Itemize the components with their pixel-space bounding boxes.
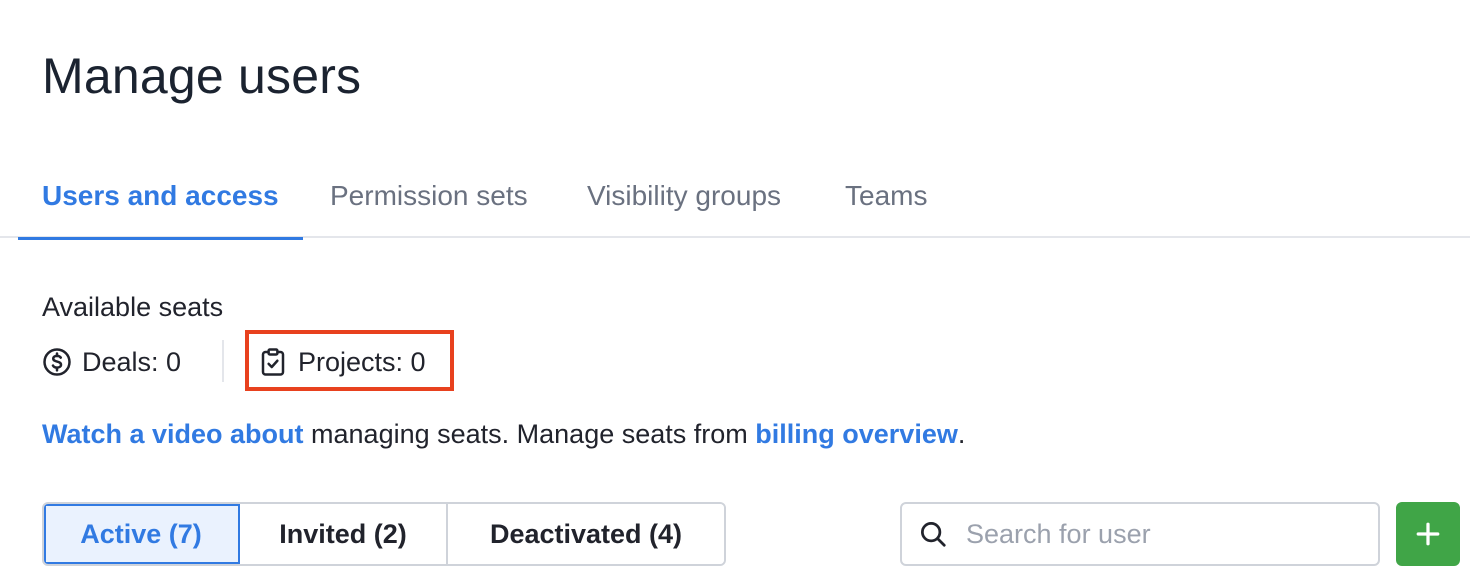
tab-teams[interactable]: Teams: [845, 162, 927, 238]
tab-users-and-access[interactable]: Users and access: [18, 162, 303, 240]
available-seats-label: Available seats: [42, 292, 224, 322]
manage-users-page: Manage users Users and access Permission…: [0, 0, 1470, 575]
tab-bar: Users and access Permission sets Visibil…: [0, 162, 1470, 240]
tab-permission-sets[interactable]: Permission sets: [330, 162, 528, 238]
seat-divider: [222, 340, 224, 382]
deals-seat-label: Deals: 0: [82, 346, 182, 377]
search-icon: [918, 519, 948, 549]
plus-icon: [1416, 522, 1440, 546]
add-user-button[interactable]: [1396, 502, 1460, 566]
filter-invited-button[interactable]: Invited (2): [240, 504, 448, 564]
user-status-filter: Active (7) Invited (2) Deactivated (4): [42, 502, 726, 566]
watch-video-link[interactable]: Watch a video about: [42, 419, 304, 449]
search-box: [900, 502, 1380, 566]
clipboard-check-icon: [258, 347, 288, 377]
projects-seat-label: Projects: 0: [298, 346, 426, 377]
tab-visibility-groups[interactable]: Visibility groups: [587, 162, 781, 238]
dollar-circle-icon: [42, 347, 72, 377]
search-input[interactable]: [966, 518, 1346, 550]
projects-seat-count: Projects: 0: [258, 342, 426, 382]
info-end-text: .: [957, 419, 966, 449]
billing-overview-link[interactable]: billing overview: [755, 419, 958, 449]
seats-info-text: Watch a video about managing seats. Mana…: [42, 416, 965, 452]
page-title: Manage users: [42, 48, 362, 104]
deals-seat-count: Deals: 0: [42, 342, 181, 382]
info-middle-text: managing seats. Manage seats from: [303, 419, 756, 449]
filter-deactivated-button[interactable]: Deactivated (4): [448, 504, 724, 564]
filter-active-button[interactable]: Active (7): [44, 504, 240, 564]
